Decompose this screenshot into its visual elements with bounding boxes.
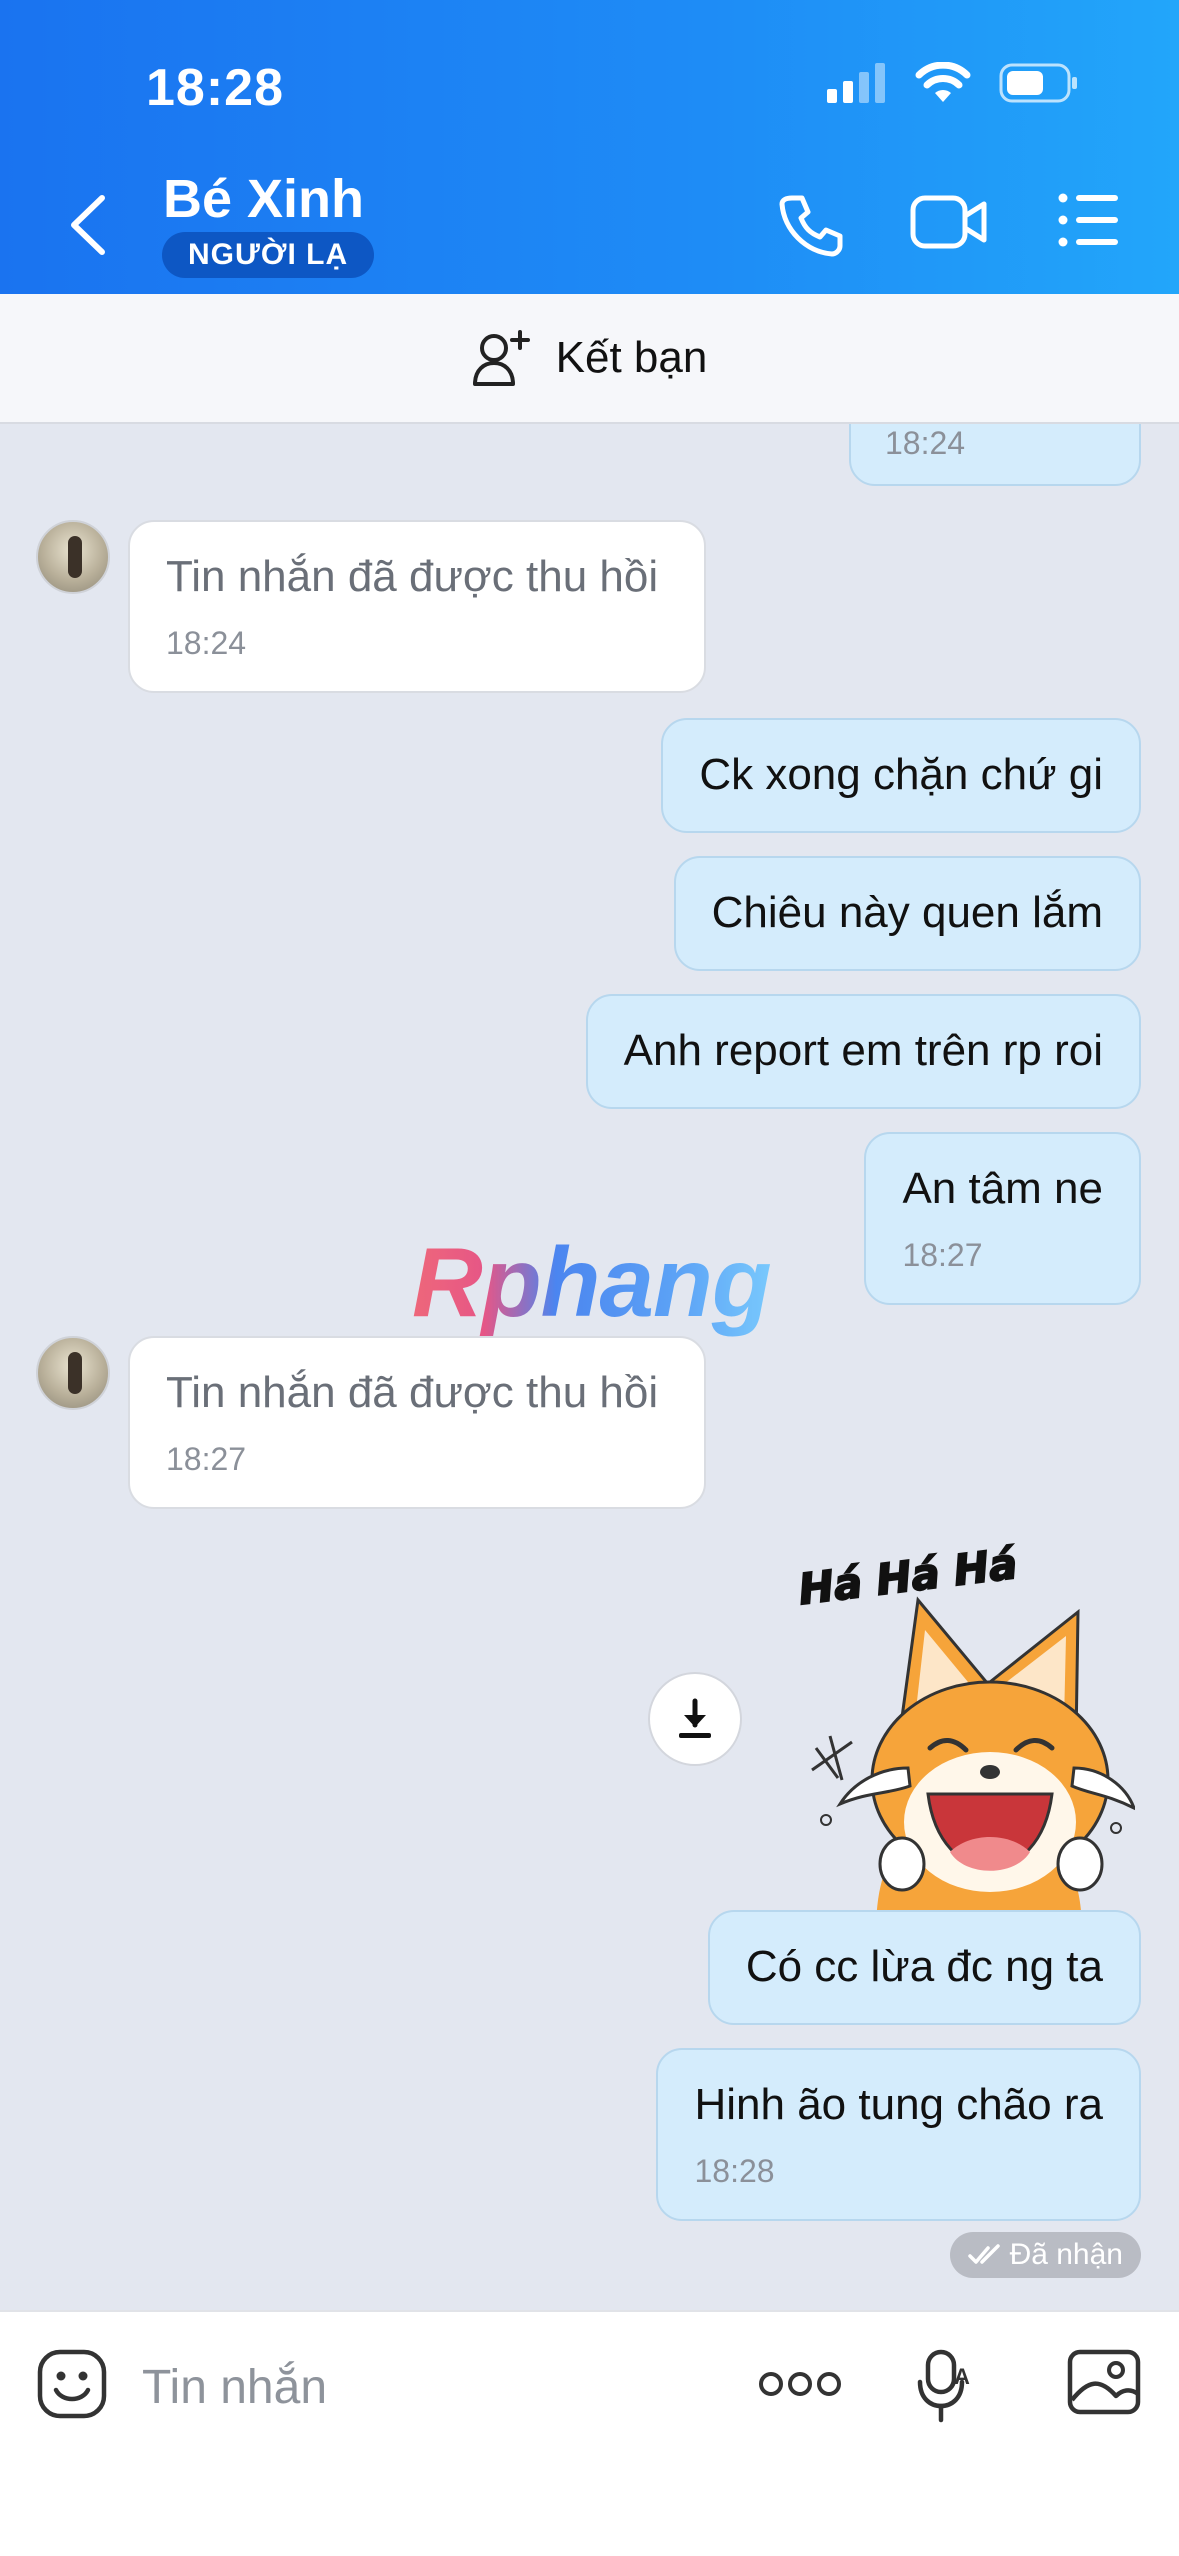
emoji-icon[interactable] bbox=[36, 2348, 108, 2420]
watermark: Rphang bbox=[412, 1227, 772, 1337]
recalled-message-text: Tin nhắn đã được thu hồi bbox=[166, 1368, 659, 1417]
add-friend-bar[interactable]: Kết bạn bbox=[0, 294, 1179, 424]
add-friend-label: Kết bạn bbox=[555, 333, 708, 382]
message-time: 18:24 bbox=[885, 425, 966, 462]
chat-header: 18:28 Bé Xinh NGƯỜI LẠ bbox=[0, 0, 1179, 294]
double-check-icon bbox=[967, 2244, 1000, 2264]
voice-text-icon[interactable]: A bbox=[916, 2348, 976, 2424]
receipt-label: Đã nhận bbox=[1009, 2238, 1123, 2271]
avatar[interactable] bbox=[36, 520, 110, 594]
stranger-badge: NGƯỜI LẠ bbox=[162, 232, 375, 278]
download-sticker-button[interactable] bbox=[648, 1672, 742, 1766]
message-bubble-sent[interactable]: Có cc lừa đc ng ta bbox=[707, 1910, 1141, 2025]
add-friend-icon bbox=[472, 330, 530, 386]
download-icon bbox=[679, 1698, 711, 1738]
message-bubble-sent[interactable]: Anh report em trên rp roi bbox=[585, 994, 1141, 1109]
message-time: 18:27 bbox=[902, 1236, 983, 1273]
message-bubble-sent[interactable]: 18:24 bbox=[849, 424, 1141, 486]
message-text: An tâm ne bbox=[902, 1164, 1103, 1213]
more-dots-icon[interactable] bbox=[758, 2370, 842, 2398]
signal-icon bbox=[827, 63, 885, 103]
message-bubble-sent[interactable]: An tâm ne 18:27 bbox=[864, 1132, 1141, 1306]
message-bubble-sent[interactable]: Ck xong chặn chứ gi bbox=[661, 718, 1141, 833]
avatar[interactable] bbox=[36, 1336, 110, 1410]
status-time: 18:28 bbox=[146, 59, 284, 117]
message-text: Chiêu này quen lắm bbox=[711, 888, 1103, 937]
message-input[interactable]: Tin nhắn bbox=[142, 2360, 327, 2415]
back-arrow-icon[interactable] bbox=[60, 190, 120, 260]
image-icon[interactable] bbox=[1066, 2348, 1142, 2416]
delivered-receipt: Đã nhận bbox=[949, 2232, 1141, 2278]
sticker-laughing-fox[interactable]: Há Há Há bbox=[790, 1532, 1137, 1932]
recalled-message-text: Tin nhắn đã được thu hồi bbox=[166, 552, 659, 601]
message-bubble-sent[interactable]: Chiêu này quen lắm bbox=[673, 856, 1141, 971]
chat-area[interactable]: 18:24 Tin nhắn đã được thu hồi 18:24 Ck … bbox=[0, 424, 1179, 2310]
message-input-bar: Tin nhắn A bbox=[0, 2310, 1179, 2556]
message-bubble-sent[interactable]: Hinh ão tung chão ra 18:28 bbox=[656, 2048, 1141, 2222]
phone-icon[interactable] bbox=[778, 192, 844, 258]
contact-name[interactable]: Bé Xinh bbox=[163, 168, 364, 230]
message-time: 18:28 bbox=[694, 2152, 775, 2189]
battery-icon bbox=[999, 63, 1077, 103]
status-icons bbox=[825, 62, 1079, 104]
video-call-icon[interactable] bbox=[910, 192, 988, 252]
message-text: Ck xong chặn chứ gi bbox=[699, 750, 1103, 799]
message-time: 18:24 bbox=[166, 624, 247, 661]
message-text: Có cc lừa đc ng ta bbox=[745, 1942, 1103, 1991]
message-text: Hinh ão tung chão ra bbox=[694, 2080, 1103, 2129]
message-bubble-received[interactable]: Tin nhắn đã được thu hồi 18:24 bbox=[128, 520, 706, 694]
message-bubble-received[interactable]: Tin nhắn đã được thu hồi 18:27 bbox=[128, 1336, 706, 1510]
message-text: Anh report em trên rp roi bbox=[623, 1026, 1103, 1075]
message-time: 18:27 bbox=[166, 1440, 247, 1477]
wifi-icon bbox=[915, 62, 971, 102]
menu-list-icon[interactable] bbox=[1058, 192, 1120, 248]
svg-text:A: A bbox=[954, 2364, 970, 2389]
